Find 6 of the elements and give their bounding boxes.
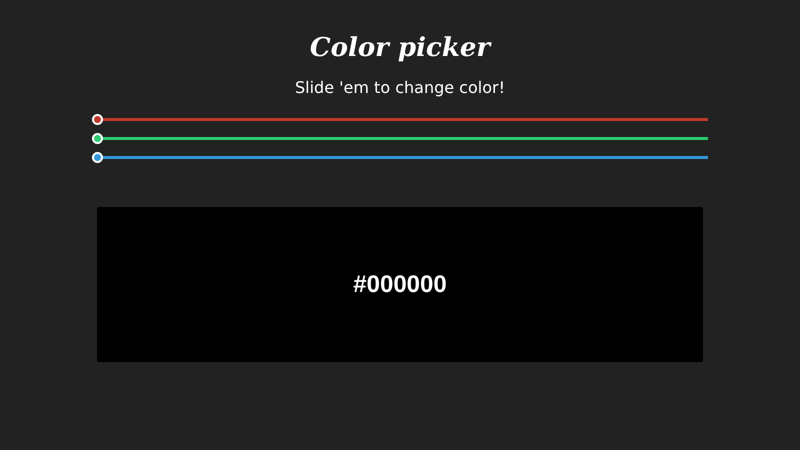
subtitle: Slide 'em to change color! [295, 77, 505, 99]
slider-thumb[interactable] [92, 114, 103, 125]
page-title: Color picker [310, 32, 490, 65]
hex-value: #000000 [353, 270, 447, 298]
slider-thumb[interactable] [92, 152, 103, 163]
slider-thumb[interactable] [92, 133, 103, 144]
